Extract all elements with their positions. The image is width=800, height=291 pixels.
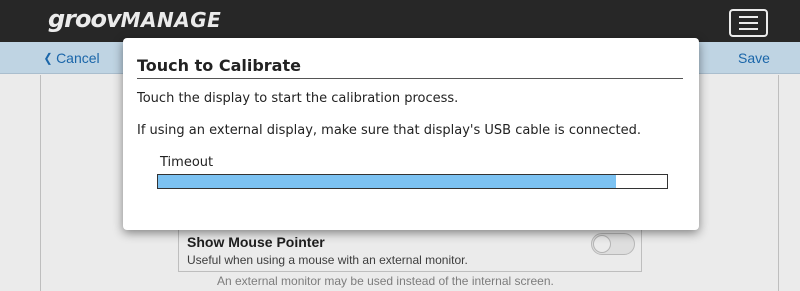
- timeout-label: Timeout: [160, 155, 214, 170]
- dialog-usb-note: If using an external display, make sure …: [137, 123, 642, 138]
- dialog-divider: [137, 78, 683, 79]
- dialog-title: Touch to Calibrate: [137, 56, 301, 75]
- touch-calibrate-dialog: Touch to Calibrate Touch the display to …: [123, 38, 699, 230]
- timeout-progress-bar: [157, 174, 668, 189]
- timeout-progress-fill: [158, 175, 617, 188]
- dialog-instruction: Touch the display to start the calibrati…: [137, 91, 459, 106]
